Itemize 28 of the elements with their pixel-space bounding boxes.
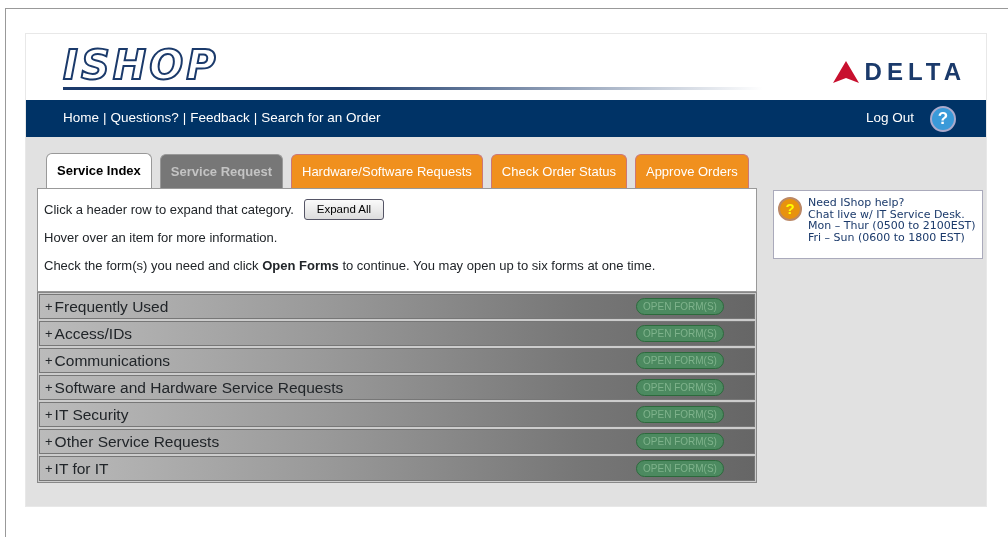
nav-link[interactable]: Feedback (190, 110, 250, 126)
logout-link[interactable]: Log Out (865, 108, 914, 129)
category-label: IT for IT (54, 459, 109, 480)
help-text: Mon – Thur (0500 to 2100EST) (808, 220, 976, 232)
category-label: IT Security (54, 405, 129, 426)
nav-link[interactable]: Questions? (110, 110, 179, 126)
category-label: Frequently Used (54, 297, 169, 318)
instruction-text: Click a header row to expand that category. (44, 200, 294, 219)
nav-link[interactable]: Home (63, 110, 99, 126)
help-text: Fri – Sun (0600 to 1800 EST) (808, 231, 965, 244)
triangle-logo-icon (832, 61, 859, 83)
category-label: Access/IDs (54, 324, 133, 345)
nav-link[interactable]: Search for an Order (261, 110, 381, 126)
tab[interactable]: Service Index (46, 153, 152, 188)
separator: | (182, 110, 187, 126)
help-text: Chat live w/ IT Service Desk. (808, 208, 966, 221)
separator: | (253, 110, 258, 126)
expand-all-button[interactable]: Expand All (303, 199, 385, 221)
category-label: Communications (54, 351, 171, 372)
help-text: Need IShop help? (808, 197, 906, 209)
instruction-text: Hover over an item for more information. (44, 229, 279, 248)
category-label: Other Service Requests (54, 432, 220, 453)
help-icon: ? (778, 197, 802, 221)
category-label: Software and Hardware Service Requests (54, 378, 344, 399)
instruction-text: Check the form(s) you need and click Open Forms to continue. You may open up to six forms at one time. (44, 256, 657, 275)
logo: ISHOP (63, 45, 220, 85)
brand-name: DELTA (864, 57, 966, 87)
separator: | (103, 110, 107, 126)
